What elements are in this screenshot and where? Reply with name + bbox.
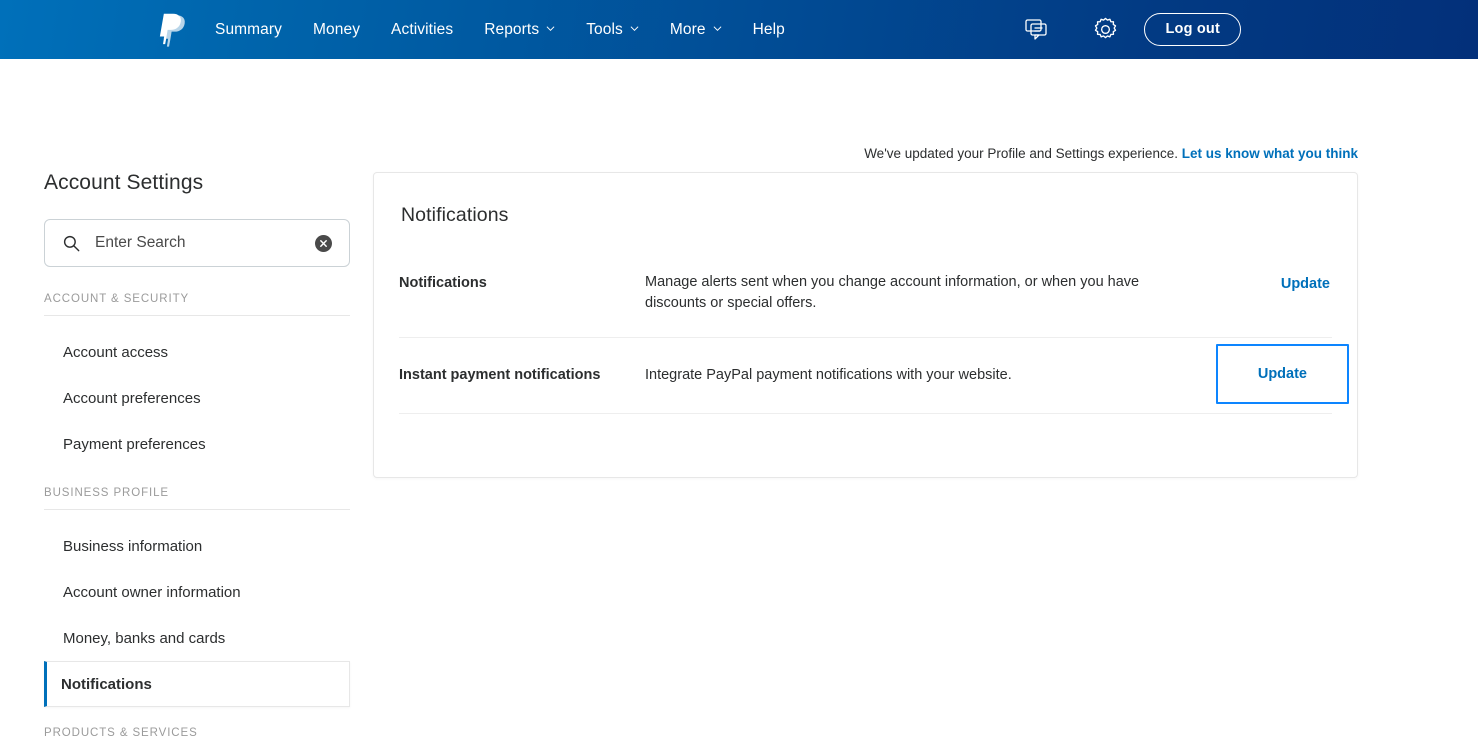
row-label: Notifications	[399, 274, 487, 291]
sidebar-item-label: Business information	[63, 537, 203, 555]
sidebar-section-products-services: PRODUCTS & SERVICES Website payments	[44, 727, 350, 740]
nav-item-tools[interactable]: Tools	[586, 16, 639, 44]
sidebar-item-money-banks-cards[interactable]: Money, banks and cards	[44, 615, 350, 661]
search-input[interactable]	[45, 220, 349, 266]
clear-circle-icon[interactable]	[315, 234, 332, 252]
chevron-down-icon	[713, 24, 722, 33]
card-title: Notifications	[401, 204, 509, 226]
nav-item-summary[interactable]: Summary	[215, 16, 282, 44]
sidebar-item-account-owner-information[interactable]: Account owner information	[44, 569, 350, 615]
feedback-link[interactable]: Let us know what you think	[1182, 146, 1358, 161]
nav-item-label: Reports	[484, 20, 540, 38]
nav-item-money[interactable]: Money	[313, 16, 360, 44]
row-description: Manage alerts sent when you change accou…	[645, 273, 1140, 312]
nav-item-help[interactable]: Help	[753, 16, 785, 44]
sidebar-section-business-profile: BUSINESS PROFILE Business information Ac…	[44, 487, 350, 707]
paypal-logo-icon[interactable]	[155, 13, 189, 49]
gear-icon[interactable]	[1085, 10, 1125, 50]
nav-item-label: More	[669, 20, 706, 38]
message-icon[interactable]	[1017, 10, 1057, 50]
settings-row-notifications: Notifications Manage alerts sent when yo…	[399, 250, 1332, 338]
nav-item-label: Activities	[391, 20, 454, 38]
sidebar-section-account-security: ACCOUNT & SECURITY Account access Accoun…	[44, 293, 350, 467]
sidebar-item-label: Money, banks and cards	[63, 629, 226, 647]
row-description: Integrate PayPal payment notifications w…	[645, 366, 1012, 383]
settings-rows: Notifications Manage alerts sent when yo…	[374, 250, 1357, 414]
row-action: Update	[1215, 344, 1349, 405]
sidebar-item-label: Account preferences	[63, 389, 201, 407]
sidebar-item-label: Notifications	[61, 675, 152, 693]
update-button-notifications[interactable]: Update	[1279, 272, 1332, 296]
chevron-down-icon	[546, 24, 555, 33]
sidebar-item-account-access[interactable]: Account access	[44, 329, 350, 375]
sidebar-item-account-preferences[interactable]: Account preferences	[44, 375, 350, 421]
sidebar-item-label: Account owner information	[63, 583, 241, 601]
row-action: Update	[1279, 272, 1332, 296]
sidebar-item-payment-preferences[interactable]: Payment preferences	[44, 421, 350, 467]
header-nav: Summary Money Activities Reports Tools M…	[155, 0, 785, 59]
nav-item-more[interactable]: More	[670, 16, 722, 44]
search-icon	[63, 235, 80, 251]
banner-text: We've updated your Profile and Settings …	[864, 146, 1178, 161]
nav-item-reports[interactable]: Reports	[484, 16, 555, 44]
search-box[interactable]	[44, 219, 350, 267]
sidebar-item-business-information[interactable]: Business information	[44, 523, 350, 569]
sidebar-item-label: Payment preferences	[63, 435, 206, 453]
page-title: Account Settings	[44, 171, 204, 194]
settings-row-instant-payment-notifications: Instant payment notifications Integrate …	[399, 338, 1349, 414]
sidebar-section-label: BUSINESS PROFILE	[44, 487, 169, 499]
header-actions: Log out	[1017, 0, 1478, 59]
row-label: Instant payment notifications	[399, 367, 601, 384]
sidebar-section-label: PRODUCTS & SERVICES	[44, 727, 198, 739]
nav-item-label: Help	[752, 20, 785, 38]
logout-button[interactable]: Log out	[1144, 12, 1241, 47]
notifications-card: Notifications Notifications Manage alert…	[373, 172, 1358, 478]
chevron-down-icon	[630, 24, 639, 33]
nav-item-label: Tools	[586, 20, 623, 38]
update-button-instant-payment-notifications[interactable]: Update	[1215, 344, 1349, 405]
sidebar-item-label: Account access	[63, 343, 169, 361]
sidebar-section-label: ACCOUNT & SECURITY	[44, 293, 190, 305]
nav-item-label: Money	[313, 20, 361, 38]
page-body: We've updated your Profile and Settings …	[0, 59, 1478, 740]
nav-item-label: Summary	[215, 20, 283, 38]
global-header: Summary Money Activities Reports Tools M…	[0, 0, 1478, 59]
sidebar-item-notifications[interactable]: Notifications	[44, 661, 350, 707]
sidebar: Account Settings ACCOUNT & SECURITY Acco…	[44, 172, 350, 740]
nav-item-activities[interactable]: Activities	[391, 16, 453, 44]
update-banner: We've updated your Profile and Settings …	[864, 146, 1358, 161]
